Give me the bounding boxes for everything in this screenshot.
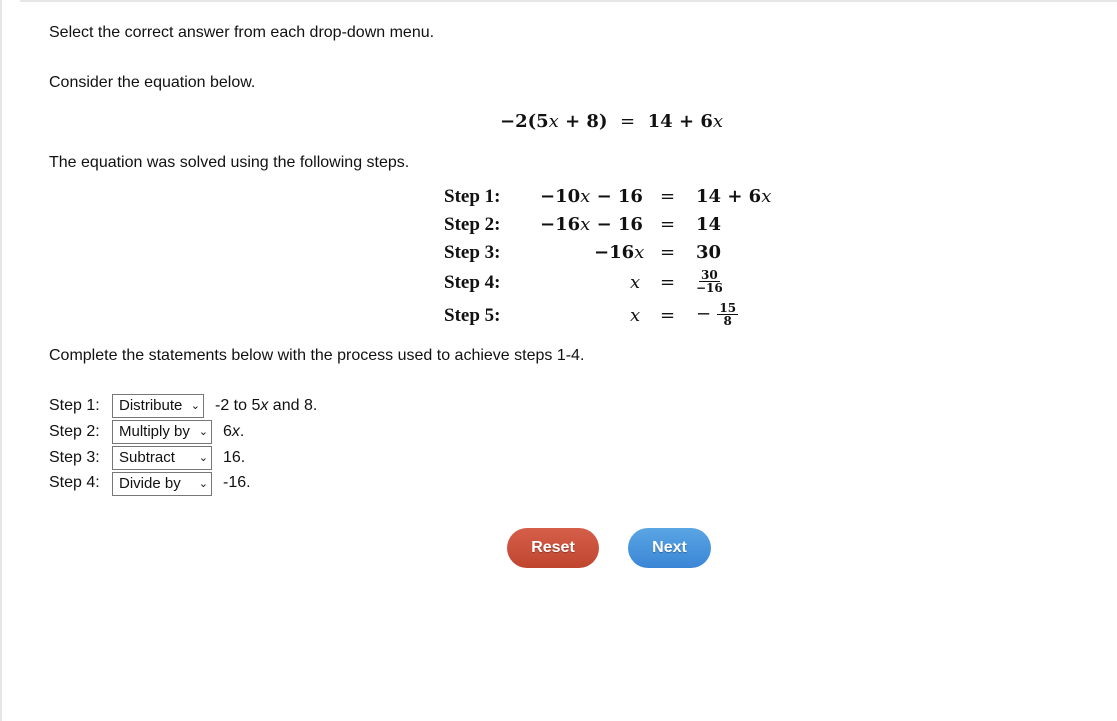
step-eq: = bbox=[660, 186, 676, 207]
step-rhs-fraction: − 15 8 bbox=[696, 301, 739, 328]
statement-label: Step 1: bbox=[49, 397, 100, 414]
step-lhs: −16x − 16 bbox=[540, 214, 643, 235]
step-rhs: 30 bbox=[696, 242, 722, 263]
statement-label: Step 2: bbox=[49, 423, 100, 440]
chevron-down-icon: ⌄ bbox=[198, 426, 208, 438]
eq-lhs: −2(5 bbox=[500, 111, 549, 132]
eq-rhs-var: x bbox=[712, 111, 724, 132]
chevron-down-icon: ⌄ bbox=[190, 400, 200, 412]
step-label: Step 4: bbox=[444, 272, 501, 293]
step-lhs: −10x − 16 bbox=[540, 186, 643, 207]
statement-text: -16. bbox=[223, 474, 251, 491]
eq-lhs-var: x bbox=[548, 111, 559, 132]
step3-dropdown[interactable]: Subtract ⌄ bbox=[112, 446, 212, 470]
step-rhs: 14 + 6x bbox=[696, 186, 772, 207]
solved-text: The equation was solved using the follow… bbox=[49, 154, 410, 171]
dropdown-value: Multiply by bbox=[119, 423, 190, 440]
step2-dropdown[interactable]: Multiply by ⌄ bbox=[112, 420, 212, 444]
next-button[interactable]: Next bbox=[628, 528, 711, 568]
dropdown-value: Subtract bbox=[119, 449, 175, 466]
eq-sign: = bbox=[620, 111, 636, 132]
step-label: Step 5: bbox=[444, 305, 501, 326]
step-eq: = bbox=[660, 272, 676, 293]
eq-lhs-end: + 8) bbox=[558, 111, 608, 132]
main-equation: −2(5x + 8) = 14 + 6x bbox=[500, 111, 723, 132]
eq-rhs: 14 + 6 bbox=[647, 111, 713, 132]
chevron-down-icon: ⌄ bbox=[198, 452, 208, 464]
step-label: Step 2: bbox=[444, 214, 501, 235]
step-label: Step 1: bbox=[444, 186, 501, 207]
dropdown-value: Distribute bbox=[119, 397, 183, 414]
step-lhs: x bbox=[630, 272, 641, 293]
step-lhs: x bbox=[630, 305, 641, 326]
dropdown-value: Divide by bbox=[119, 475, 181, 492]
consider-text: Consider the equation below. bbox=[49, 74, 256, 91]
instructions-text: Select the correct answer from each drop… bbox=[49, 24, 435, 41]
complete-text: Complete the statements below with the p… bbox=[49, 347, 585, 364]
step-label: Step 3: bbox=[444, 242, 501, 263]
step-rhs-fraction: 30 −16 bbox=[696, 268, 723, 295]
statement-label: Step 4: bbox=[49, 474, 100, 491]
statement-text: 16. bbox=[223, 449, 246, 466]
statement-text: 6x. bbox=[223, 423, 245, 440]
chevron-down-icon: ⌄ bbox=[198, 478, 208, 490]
step-eq: = bbox=[660, 214, 676, 235]
step-lhs: −16x bbox=[594, 242, 645, 263]
statement-label: Step 3: bbox=[49, 449, 100, 466]
step-eq: = bbox=[660, 305, 676, 326]
reset-button[interactable]: Reset bbox=[507, 528, 599, 568]
frame-border-top bbox=[20, 0, 1117, 2]
step-rhs: 14 bbox=[696, 214, 722, 235]
statement-text: -2 to 5x and 8. bbox=[215, 397, 318, 414]
frame-border-left bbox=[0, 0, 2, 721]
step-eq: = bbox=[660, 242, 676, 263]
step4-dropdown[interactable]: Divide by ⌄ bbox=[112, 472, 212, 496]
step1-dropdown[interactable]: Distribute ⌄ bbox=[112, 394, 204, 418]
